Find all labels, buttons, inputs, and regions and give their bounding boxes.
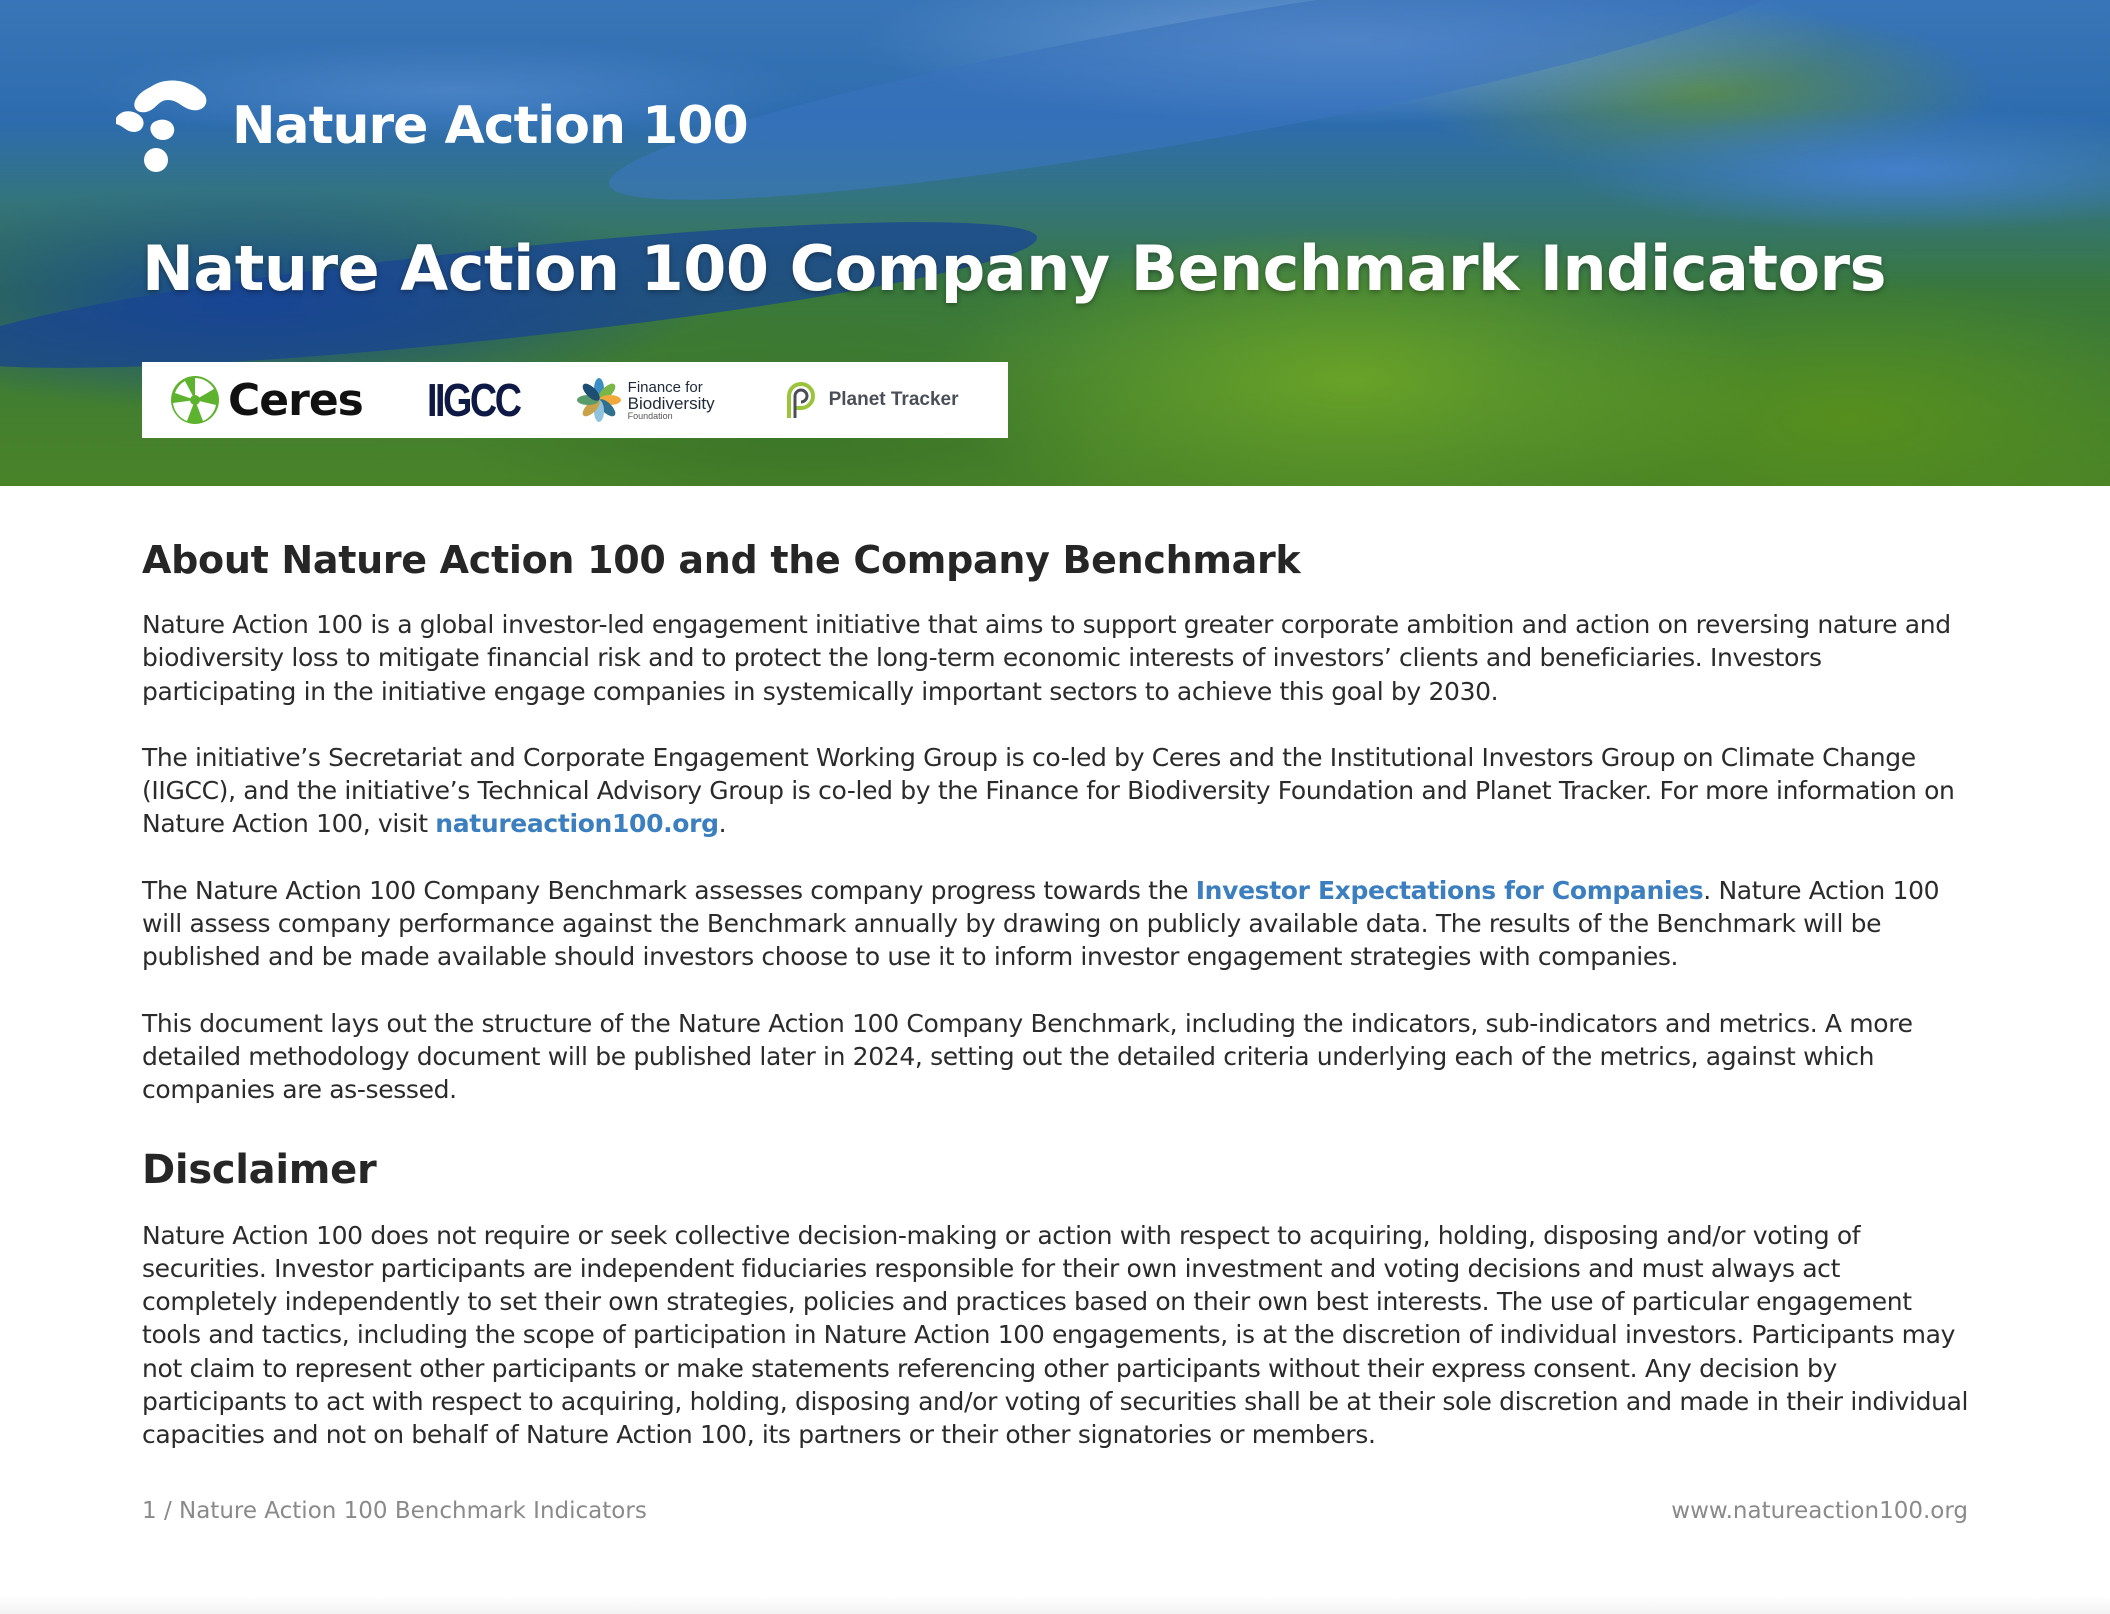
- ffb-line-1: Finance for: [627, 378, 703, 396]
- about-paragraph-1: Nature Action 100 is a global investor-l…: [142, 610, 1951, 706]
- brand-logo: Nature Action 100: [112, 78, 749, 174]
- ceres-leaf-icon: [171, 376, 219, 424]
- finance-for-biodiversity-logo: Finance for Biodiversity Foundation: [576, 377, 715, 423]
- about-paragraph-4: This document lays out the structure of …: [142, 1008, 1913, 1105]
- website-link[interactable]: www.natureaction100.org: [1671, 1498, 1968, 1524]
- disclaimer-text: Nature Action 100 does not require or se…: [142, 1220, 1969, 1450]
- about-heading: About Nature Action 100 and the Company …: [142, 538, 1301, 582]
- page-bottom-edge: [0, 1596, 2110, 1614]
- planet-tracker-wordmark: Planet Tracker: [828, 389, 959, 410]
- main-content: About Nature Action 100 and the Company …: [142, 538, 1972, 1452]
- page-label: 1 / Nature Action 100 Benchmark Indicato…: [142, 1498, 647, 1524]
- planet-tracker-logo: Planet Tracker: [781, 378, 959, 422]
- investor-expectations-link[interactable]: Investor Expectations for Companies: [1196, 876, 1704, 905]
- brand-name: Nature Action 100: [232, 96, 749, 156]
- ceres-logo: Ceres: [170, 374, 364, 426]
- ceres-wordmark: Ceres: [228, 374, 364, 426]
- about-paragraph-3: The Nature Action 100 Company Benchmark …: [142, 875, 1940, 972]
- about-paragraph-2: The initiative’s Secretariat and Corpora…: [142, 742, 1955, 839]
- hero-banner: Nature Action 100 Nature Action 100 Comp…: [0, 0, 2110, 486]
- ffb-line-3: Foundation: [627, 410, 673, 421]
- iigcc-logo: IIGCC: [426, 374, 522, 426]
- planet-tracker-icon: [786, 382, 815, 418]
- page-title: Nature Action 100 Company Benchmark Indi…: [142, 232, 1887, 305]
- ffb-line-2: Biodiversity: [627, 393, 715, 413]
- disclaimer-heading: Disclaimer: [142, 1146, 377, 1193]
- ffb-flower-icon: [576, 378, 621, 422]
- natureaction100-link[interactable]: natureaction100.org: [435, 809, 719, 838]
- partner-logos-bar: Ceres IIGCC Finance for Biodiversity Fou…: [142, 362, 1008, 438]
- nature-action-logo-icon: [116, 80, 207, 172]
